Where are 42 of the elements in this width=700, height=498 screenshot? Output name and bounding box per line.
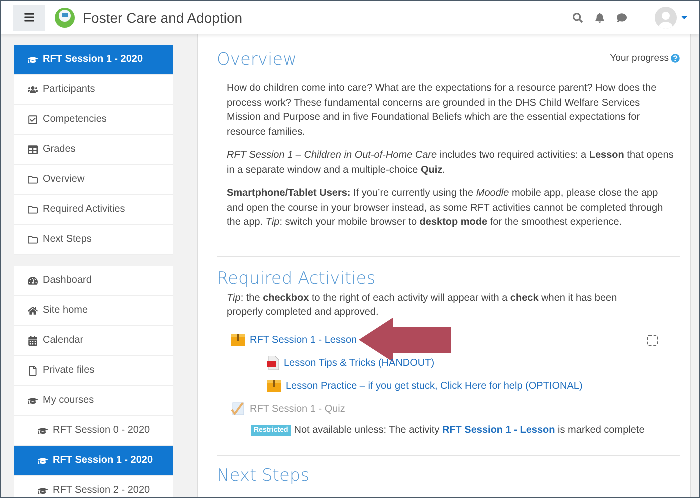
section-heading: Overview [217,50,298,70]
folder-icon [28,204,38,214]
progress-label: Your progress [610,53,669,64]
menu-button[interactable] [13,4,45,30]
table-icon [28,144,38,154]
package-icon [267,380,281,392]
users-icon [28,84,38,94]
completion-checkbox[interactable] [647,334,658,346]
home-icon [28,306,38,316]
activity-link[interactable]: RFT Session 1 - Lesson [250,334,358,346]
checkbox-icon [28,114,38,124]
package-icon [231,334,245,346]
chat-icon[interactable] [617,12,627,22]
section-heading: Next Steps [217,466,311,486]
pdf-file-icon [267,356,279,370]
graduation-cap-icon [38,456,48,466]
paragraph: Smartphone/Tablet Users: If you’re currently using the Moodle mobile app, please close the app and open the course in your browser instead, as some RFT activities cannot be completed through the app. Tip: switch your mobile browser to desktop mode for the smoothest experience. [227,187,664,230]
graduation-cap-icon [28,54,38,64]
tip-text: Tip: the checkbox to the right of each activity will appear with a check when it has been properly completed and approved. [227,292,618,320]
folder-icon [28,234,38,244]
help-icon[interactable] [671,54,680,63]
paragraph: RFT Session 1 – Children in Out-of-Home Care includes two required activities: a Lesson that opens in a separate window and a multiple-choice Quiz. [227,149,674,178]
bell-icon[interactable] [595,12,605,22]
checkmark-icon [231,402,245,416]
dashboard-icon [28,276,38,286]
activity-link[interactable]: Lesson Tips & Tricks (HANDOUT) [284,358,435,368]
paragraph: How do children come into care? What are the expectations for a resource parent? How does the process work? These fundamental concerns are grounded in the DHS Child Welfare Services Mission and Purpose and in five Foundational Beliefs which are the essential expectations for resource families. [227,82,658,140]
logo-icon [55,8,75,28]
section-heading: Required Activities [217,268,377,288]
restriction-text: Not available unless: The activity RFT Session 1 - Lesson is marked complete [294,425,645,436]
site-title: Foster Care and Adoption [83,10,243,26]
sidebar-item[interactable]: RFT Session 1 - 2020 [14,45,173,75]
search-icon[interactable] [573,12,583,22]
activity-link[interactable]: Lesson Practice – if you get stuck, Click Here for help (OPTIONAL) [286,380,583,392]
graduation-cap-icon [38,426,48,436]
sidebar-item[interactable]: RFT Session 1 - 2020 [14,446,173,476]
calendar-icon [28,336,38,346]
folder-icon [28,174,38,184]
graduation-cap-icon [38,486,48,496]
menu-icon [24,12,34,23]
graduation-cap-icon [28,396,38,406]
file-icon [28,366,38,376]
